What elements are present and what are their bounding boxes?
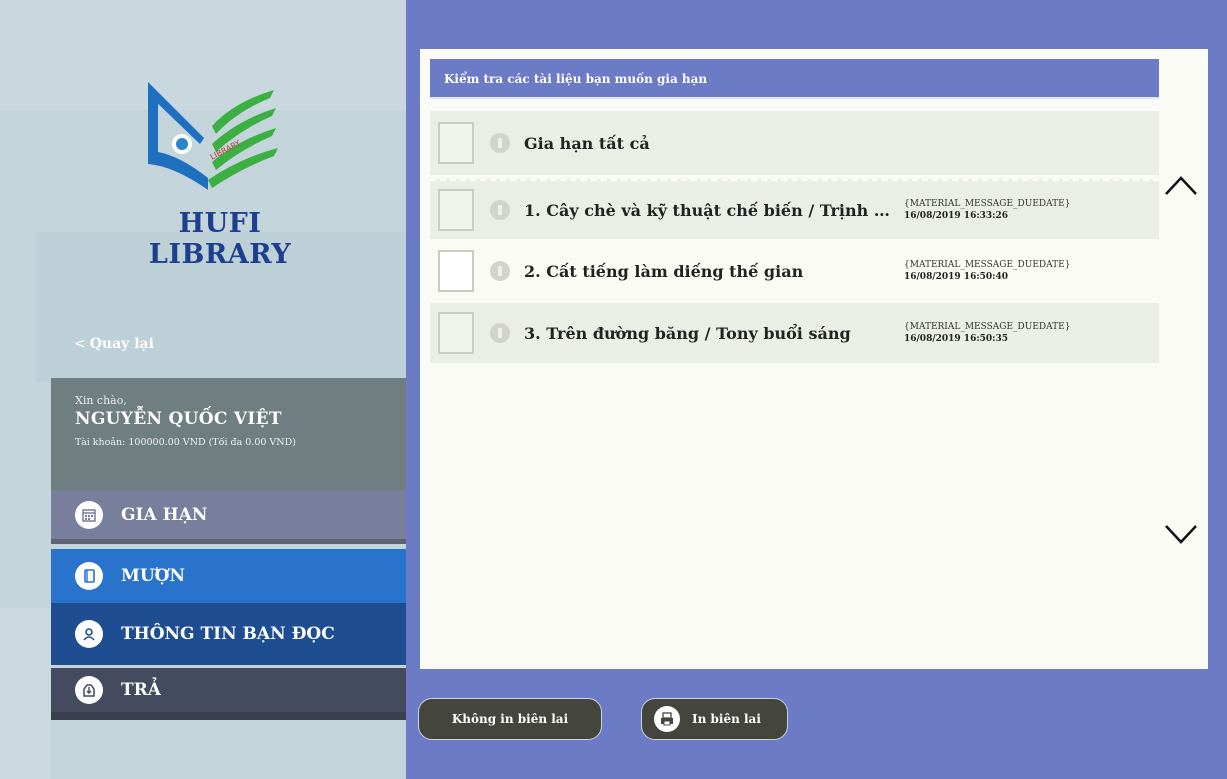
select-all-row[interactable]: Gia hạn tất cả — [430, 111, 1159, 175]
user-name: NGUYỄN QUỐC VIỆT — [75, 409, 282, 429]
back-link[interactable]: < Quay lại — [74, 336, 154, 352]
item-status: {MATERIAL_MESSAGE_DUEDATE} — [904, 199, 1071, 209]
hufi-library-logo: LIBRARY HUFI LIBRARY — [104, 68, 336, 270]
sidebar: LIBRARY HUFI LIBRARY < Quay lại Xin chào,… — [0, 0, 406, 779]
item-date: 16/08/2019 16:33:26 — [904, 211, 1009, 221]
back-label: Quay lại — [89, 336, 154, 352]
greeting: Xin chào, — [75, 394, 127, 407]
list-item[interactable]: 2. Cất tiếng làm diếng thế gian {MATERIA… — [430, 241, 1159, 301]
item-status: {MATERIAL_MESSAGE_DUEDATE} — [904, 260, 1071, 270]
item-checkbox[interactable] — [438, 189, 474, 231]
nav-item-thong-tin-ban-doc[interactable]: THÔNG TIN BẠN ĐỌC — [51, 603, 406, 665]
return-box-icon — [75, 676, 103, 704]
user-info-panel: Xin chào, NGUYỄN QUỐC VIỆT Tài khoản: 10… — [51, 378, 406, 490]
button-label: Không in biên lai — [451, 712, 569, 726]
scroll-down-button[interactable] — [1164, 520, 1198, 550]
account-balance: Tài khoản: 100000.00 VND (Tối đa 0.00 VN… — [75, 437, 296, 448]
info-icon — [490, 200, 510, 220]
nav-item-tra[interactable]: TRẢ — [51, 668, 406, 720]
info-icon — [490, 323, 510, 343]
item-meta: {MATERIAL_MESSAGE_DUEDATE} 16/08/2019 16… — [904, 259, 1070, 283]
printer-icon — [654, 706, 680, 732]
list-item[interactable]: 1. Cây chè và kỹ thuật chế biến / Trịnh … — [430, 179, 1159, 239]
item-date: 16/08/2019 16:50:35 — [904, 334, 1009, 344]
select-all-checkbox[interactable] — [438, 122, 474, 164]
nav-label: GIA HẠN — [121, 504, 208, 525]
panel-header: Kiểm tra các tài liệu bạn muốn gia hạn — [430, 59, 1159, 99]
info-icon — [490, 261, 510, 281]
item-title: 2. Cất tiếng làm diếng thế gian — [524, 261, 804, 281]
scroll-up-button[interactable] — [1164, 170, 1198, 200]
info-icon — [490, 133, 510, 153]
nav-item-muon[interactable]: MƯỢN — [51, 549, 406, 603]
item-title: 1. Cây chè và kỹ thuật chế biến / Trịnh … — [524, 200, 894, 220]
item-status: {MATERIAL_MESSAGE_DUEDATE} — [904, 322, 1071, 332]
main-area: Kiểm tra các tài liệu bạn muốn gia hạn G… — [406, 0, 1227, 779]
button-label: In biên lai — [692, 712, 761, 726]
nav-label: THÔNG TIN BẠN ĐỌC — [121, 624, 335, 644]
chevron-up-icon — [1165, 176, 1197, 195]
list-item[interactable]: 3. Trên đường băng / Tony buổi sáng {MAT… — [430, 303, 1159, 363]
no-print-receipt-button[interactable]: Không in biên lai — [418, 698, 602, 740]
logo-text: HUFI LIBRARY — [148, 208, 292, 270]
nav-item-gia-han[interactable]: GIA HẠN — [51, 490, 406, 544]
chevron-down-icon — [1165, 525, 1197, 544]
background-block — [0, 608, 51, 779]
item-meta: {MATERIAL_MESSAGE_DUEDATE} 16/08/2019 16… — [904, 198, 1070, 222]
print-receipt-button[interactable]: In biên lai — [641, 698, 788, 740]
item-meta: {MATERIAL_MESSAGE_DUEDATE} 16/08/2019 16… — [904, 321, 1070, 345]
open-book-icon: LIBRARY — [148, 82, 278, 190]
nav-label: MƯỢN — [121, 566, 185, 586]
renew-list-panel: Kiểm tra các tài liệu bạn muốn gia hạn G… — [420, 49, 1208, 669]
book-icon — [75, 562, 103, 590]
chevron-left-icon: < — [74, 336, 86, 352]
item-checkbox[interactable] — [438, 312, 474, 354]
user-icon — [75, 620, 103, 648]
select-all-label: Gia hạn tất cả — [524, 133, 650, 153]
item-checkbox[interactable] — [438, 250, 474, 292]
item-title: 3. Trên đường băng / Tony buổi sáng — [524, 323, 851, 343]
item-date: 16/08/2019 16:50:40 — [904, 272, 1009, 282]
nav-label: TRẢ — [121, 680, 161, 700]
calendar-icon — [75, 500, 103, 529]
